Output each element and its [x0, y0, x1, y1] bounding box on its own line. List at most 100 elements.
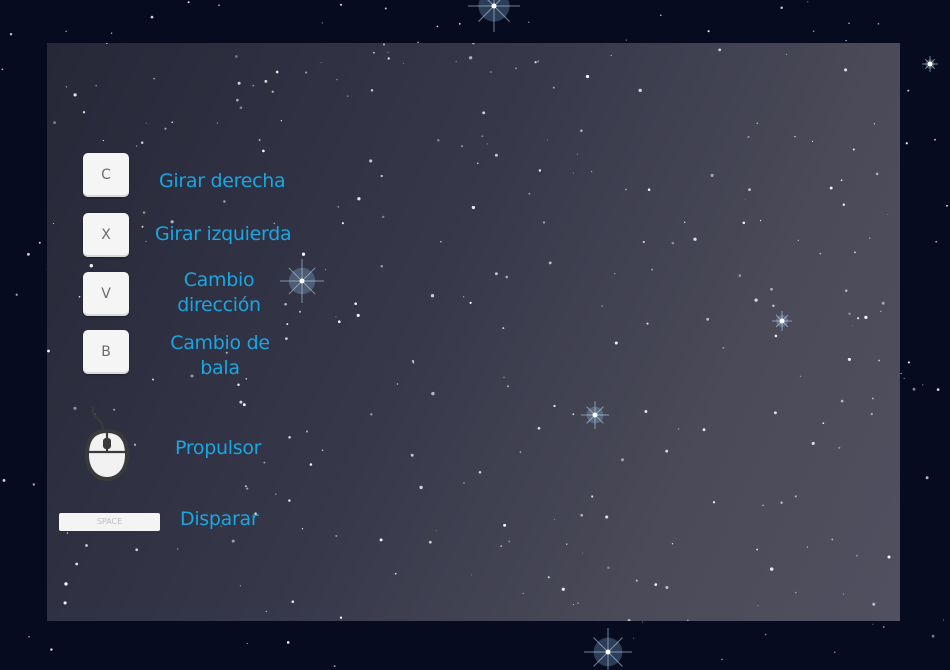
star: [47, 349, 50, 353]
star: [710, 173, 714, 177]
star: [854, 251, 856, 254]
star: [494, 272, 498, 276]
star: [218, 4, 220, 7]
star: [65, 86, 68, 88]
star: [625, 188, 627, 191]
star: [610, 54, 612, 56]
star: [262, 149, 265, 153]
star: [780, 6, 783, 10]
star: [811, 140, 814, 142]
label-disparar: Disparar: [180, 508, 259, 530]
star: [522, 592, 524, 595]
star: [546, 139, 548, 141]
star: [591, 495, 594, 498]
star: [339, 616, 343, 619]
star: [403, 62, 405, 64]
star: [373, 51, 375, 54]
star: [237, 383, 240, 386]
star: [591, 171, 593, 173]
star: [605, 515, 609, 519]
star: [572, 413, 575, 416]
star: [843, 593, 845, 595]
star: [52, 222, 54, 225]
star: [848, 312, 851, 316]
star: [145, 240, 147, 242]
star: [946, 204, 948, 207]
star: [110, 32, 113, 34]
star: [387, 51, 389, 53]
star: [935, 240, 938, 243]
star: [78, 295, 81, 298]
star: [379, 538, 383, 542]
star: [912, 387, 916, 391]
star: [89, 264, 93, 268]
star: [263, 461, 266, 464]
star: [702, 428, 706, 432]
star: [834, 651, 836, 654]
star: [665, 585, 669, 590]
star: [455, 60, 457, 63]
star: [231, 539, 235, 543]
star: [744, 198, 746, 200]
star: [286, 641, 290, 644]
star: [472, 43, 475, 45]
label-line: Cambio: [183, 269, 255, 291]
star: [772, 304, 775, 308]
star: [299, 310, 301, 313]
star: [239, 400, 243, 404]
star: [301, 252, 306, 256]
star: [722, 346, 725, 349]
star: [671, 241, 675, 245]
star: [356, 313, 360, 317]
star: [337, 206, 339, 208]
star: [572, 172, 574, 174]
star: [794, 591, 797, 594]
star: [641, 621, 643, 623]
star: [500, 545, 503, 547]
star: [812, 30, 815, 33]
star: [580, 513, 584, 517]
star: [380, 265, 383, 268]
star: [542, 221, 546, 224]
star: [494, 153, 498, 157]
star: [847, 357, 851, 361]
star: [786, 53, 788, 55]
star: [528, 192, 531, 195]
star: [774, 334, 778, 338]
star: [142, 211, 146, 214]
star: [627, 619, 631, 621]
star: [477, 162, 479, 165]
star: [794, 135, 796, 138]
star: [419, 485, 423, 490]
star: [106, 43, 108, 44]
bright-star: [280, 259, 324, 303]
star: [642, 240, 645, 244]
star: [246, 487, 249, 490]
star: [506, 385, 510, 388]
star: [264, 79, 268, 83]
label-line: dirección: [177, 294, 261, 316]
star: [65, 30, 67, 33]
star: [905, 142, 908, 145]
label-line: Cambio de: [170, 332, 270, 354]
star: [845, 39, 847, 42]
star: [712, 501, 716, 504]
star: [85, 544, 88, 547]
star: [26, 252, 30, 256]
star: [748, 188, 751, 192]
star: [838, 446, 841, 449]
star: [38, 241, 41, 244]
star: [852, 325, 853, 327]
star: [757, 605, 759, 607]
star: [566, 543, 568, 545]
star: [764, 633, 767, 636]
star: [822, 422, 825, 425]
star: [244, 485, 247, 488]
star: [410, 453, 414, 457]
star: [382, 43, 386, 46]
star: [394, 572, 397, 575]
star: [508, 540, 511, 543]
star: [412, 362, 415, 364]
star: [320, 62, 322, 64]
star: [887, 555, 891, 559]
